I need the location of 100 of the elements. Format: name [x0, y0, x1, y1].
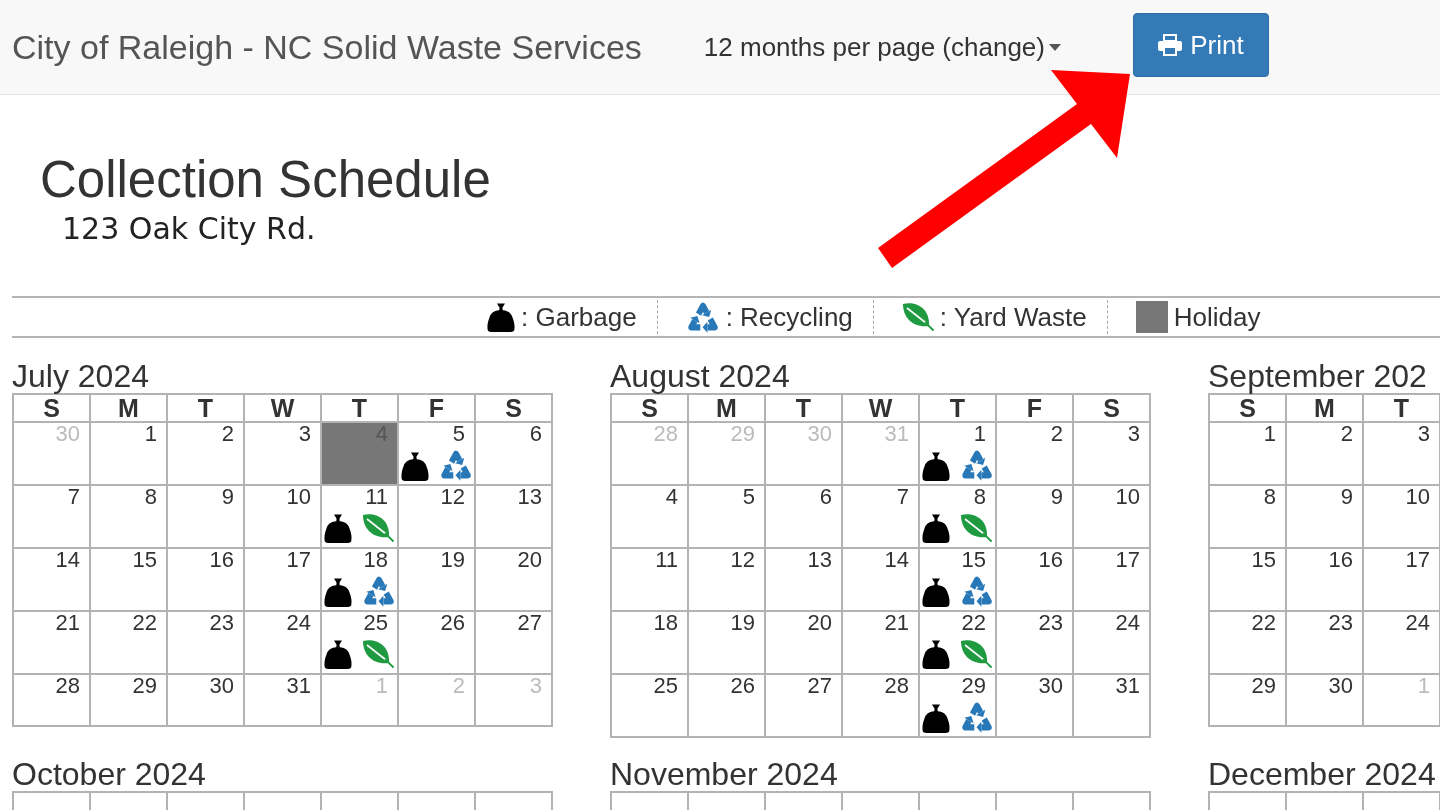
day-number: 9: [1050, 486, 1063, 508]
day-number: 21: [884, 612, 909, 634]
day-number: 1: [375, 675, 388, 697]
day-number: 25: [653, 675, 678, 697]
day-number: 30: [209, 675, 234, 697]
day-number: 12: [440, 486, 465, 508]
site-title: City of Raleigh - NC Solid Waste Services: [12, 27, 642, 67]
day-number: 24: [286, 612, 311, 634]
day-number: 17: [1405, 549, 1430, 571]
day-number: 10: [1115, 486, 1140, 508]
day-number: 22: [132, 612, 157, 634]
leaf-icon: [362, 639, 394, 669]
day-number: 23: [1038, 612, 1063, 634]
address-text: 123 Oak City Rd.: [62, 211, 316, 247]
day-number: 17: [1115, 549, 1140, 571]
day-number: 19: [440, 549, 465, 571]
day-number: 14: [884, 549, 909, 571]
day-number: 27: [517, 612, 542, 634]
day-number: 26: [730, 675, 755, 697]
day-number: 2: [221, 423, 234, 445]
leaf-icon: [901, 302, 934, 332]
legend-label: : Garbage: [521, 302, 637, 332]
day-number: 23: [1328, 612, 1353, 634]
weekday-header: M: [689, 395, 764, 421]
trash-bag-icon: [922, 452, 950, 481]
day-number: 24: [1405, 612, 1430, 634]
months-per-page-link[interactable]: 12 months per page (change): [703, 32, 1061, 62]
recycle-icon: [685, 301, 720, 333]
weekday-header: T: [1364, 395, 1439, 421]
day-number: 8: [1263, 486, 1276, 508]
weekday-header: T: [920, 395, 995, 421]
day-number: 19: [730, 612, 755, 634]
day-number: 1: [1263, 423, 1276, 445]
weekday-header: S: [1074, 395, 1149, 421]
day-number: 21: [55, 612, 80, 634]
day-number: 29: [132, 675, 157, 697]
day-number: 13: [807, 549, 832, 571]
day-number: 14: [55, 549, 80, 571]
weekday-header: F: [399, 395, 474, 421]
trash-bag-icon: [324, 578, 352, 607]
day-number: 11: [655, 549, 678, 571]
day-number: 16: [1038, 549, 1063, 571]
weekday-header: T: [766, 395, 841, 421]
day-number: 3: [1127, 423, 1140, 445]
day-number: 29: [961, 675, 986, 697]
trash-bag-icon: [324, 514, 352, 543]
day-number: 9: [221, 486, 234, 508]
weekday-header: M: [91, 395, 166, 421]
weekday-header: M: [1287, 395, 1362, 421]
month-title: October 2024: [12, 758, 206, 791]
day-number: 31: [286, 675, 311, 697]
day-number: 30: [1038, 675, 1063, 697]
caret-icon: [1048, 43, 1061, 51]
day-number: 31: [884, 423, 909, 445]
month-title: August 2024: [610, 360, 790, 393]
leaf-icon: [960, 639, 992, 669]
print-button[interactable]: Print: [1132, 13, 1269, 77]
legend-label: : Yard Waste: [939, 302, 1087, 332]
recycle-icon: [960, 576, 994, 607]
day-number: 7: [896, 486, 909, 508]
swatch-icon: [1135, 301, 1168, 333]
weekday-header: S: [14, 395, 89, 421]
weekday-header: S: [612, 395, 687, 421]
leaf-icon: [362, 513, 394, 543]
recycle-icon: [960, 702, 994, 733]
weekday-header: T: [168, 395, 243, 421]
weekday-header: S: [1210, 395, 1285, 421]
day-number: 16: [209, 549, 234, 571]
day-number: 28: [884, 675, 909, 697]
day-number: 2: [1340, 423, 1353, 445]
legend-label: : Recycling: [725, 302, 853, 332]
day-number: 15: [1251, 549, 1276, 571]
day-number: 8: [144, 486, 157, 508]
page-heading: Collection Schedule: [40, 150, 491, 209]
trash-bag-icon: [922, 578, 950, 607]
weekday-header: W: [843, 395, 918, 421]
day-number: 2: [1050, 423, 1063, 445]
trash-bag-icon: [922, 704, 950, 733]
day-number: 16: [1328, 549, 1353, 571]
trash-bag-icon: [324, 640, 352, 669]
day-number: 9: [1340, 486, 1353, 508]
day-number: 22: [1251, 612, 1276, 634]
day-number: 30: [807, 423, 832, 445]
day-number: 3: [1417, 423, 1430, 445]
month-title: December 2024: [1208, 758, 1436, 791]
day-number: 26: [440, 612, 465, 634]
recycle-icon: [362, 576, 396, 607]
day-number: 29: [730, 423, 755, 445]
weekday-header: T: [322, 395, 397, 421]
day-number: 18: [653, 612, 678, 634]
day-number: 27: [807, 675, 832, 697]
day-number: 6: [819, 486, 832, 508]
day-number: 31: [1115, 675, 1140, 697]
day-number: 5: [742, 486, 755, 508]
leaf-icon: [960, 513, 992, 543]
month-title: September 202: [1208, 360, 1427, 393]
recycle-icon: [960, 450, 994, 481]
trash-bag-icon: [922, 514, 950, 543]
day-number: 20: [517, 549, 542, 571]
day-number: 1: [1417, 675, 1430, 697]
